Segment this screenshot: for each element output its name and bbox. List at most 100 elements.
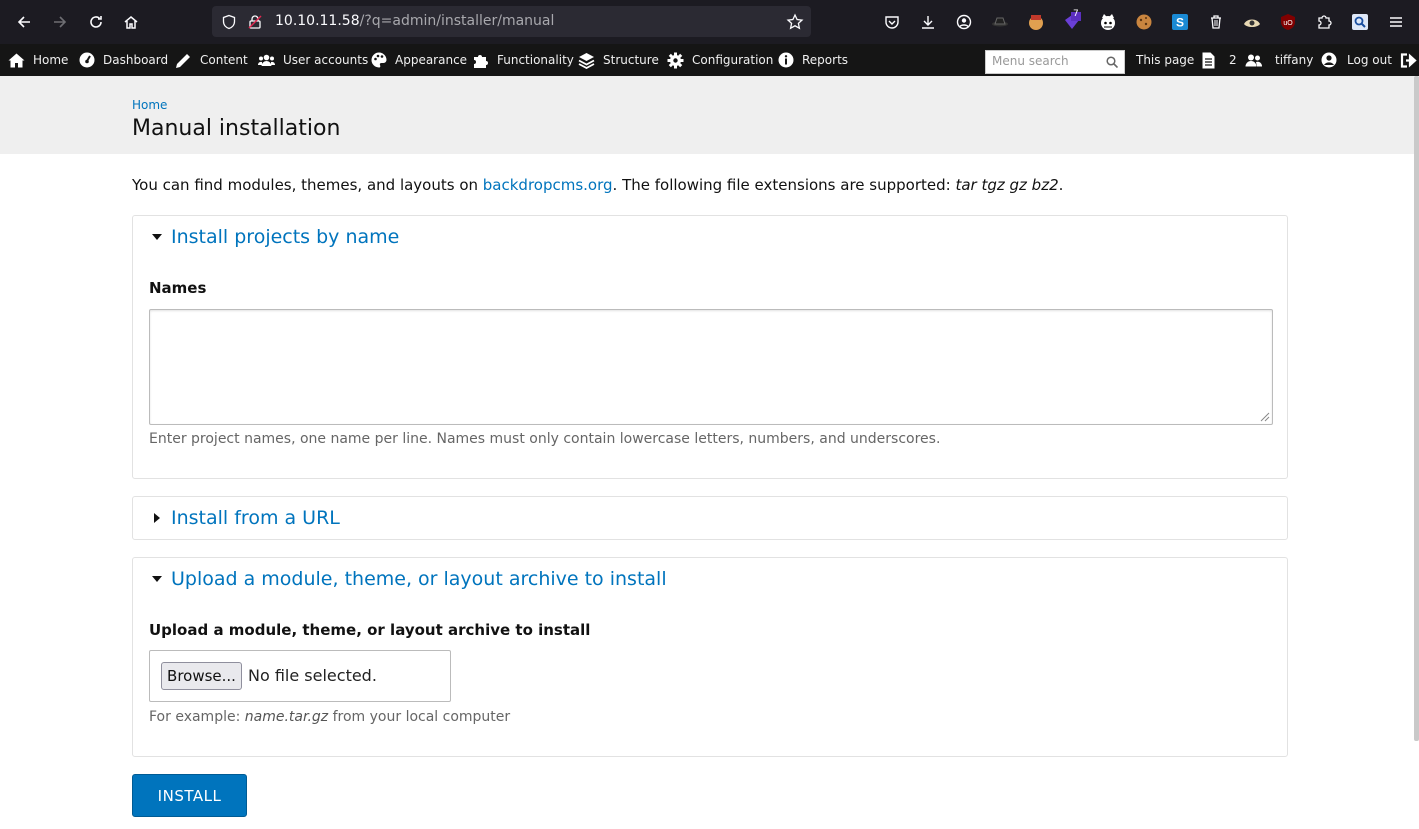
admin-menu-label: Configuration <box>692 53 774 67</box>
admin-menu-user-accounts[interactable]: User accounts <box>258 44 368 76</box>
admin-menu-dashboard[interactable]: Dashboard <box>79 44 168 76</box>
info-icon <box>778 52 794 68</box>
install-button[interactable]: INSTALL <box>132 774 247 817</box>
backdropcms-link[interactable]: backdropcms.org <box>483 176 613 194</box>
s-ext-icon[interactable]: S <box>1170 12 1190 32</box>
logout-link[interactable]: Log out <box>1347 44 1417 76</box>
admin-toolbar: Home Dashboard Content User accounts App… <box>0 44 1419 76</box>
this-page-menu[interactable]: This page <box>1136 44 1215 76</box>
bookmark-star-icon[interactable] <box>786 13 804 31</box>
wappalyzer-icon[interactable] <box>1242 12 1262 32</box>
intro-suffix: . <box>1058 176 1064 194</box>
fieldset-install-by-name: Install projects by name Names Enter pro… <box>132 215 1288 479</box>
admin-menu-home[interactable]: Home <box>8 44 68 76</box>
logout-icon <box>1400 52 1417 68</box>
intro-prefix: You can find modules, themes, and layout… <box>132 176 483 194</box>
page-header <box>0 76 1419 154</box>
extension-badge: 7 <box>1073 9 1079 19</box>
admin-menu-label: Structure <box>603 53 659 67</box>
users-icon <box>1245 54 1262 66</box>
file-upload-input[interactable]: Browse... No file selected. <box>149 650 451 702</box>
upload-label: Upload a module, theme, or layout archiv… <box>149 621 591 639</box>
user-circle-icon <box>1321 52 1337 68</box>
reload-button[interactable] <box>84 10 108 34</box>
forward-arrow-icon <box>54 16 67 28</box>
svg-text:S: S <box>1176 16 1184 30</box>
fieldset-install-from-url: Install from a URL <box>132 496 1288 540</box>
users-icon <box>258 54 275 66</box>
pocket-icon[interactable] <box>882 12 902 32</box>
menu-icon[interactable] <box>1386 12 1406 32</box>
browser-toolbar: 10.10.11.58/?q=admin/installer/manual 7 … <box>0 0 1419 44</box>
cookie-icon[interactable] <box>1134 12 1154 32</box>
upload-description: For example: name.tar.gz from your local… <box>149 709 510 725</box>
file-status: No file selected. <box>248 666 377 685</box>
badge-ext-icon[interactable]: 7 <box>1062 9 1082 32</box>
names-description: Enter project names, one name per line. … <box>149 431 941 447</box>
username: tiffany <box>1275 53 1314 67</box>
names-label: Names <box>149 279 207 297</box>
legend-install-by-name[interactable]: Install projects by name <box>151 226 399 248</box>
supported-extensions: tar tgz gz bz2 <box>955 176 1059 194</box>
document-icon <box>1202 52 1215 68</box>
svg-text:uO: uO <box>1283 20 1293 27</box>
admin-menu-label: Content <box>200 53 248 67</box>
pencil-icon <box>176 53 190 68</box>
admin-menu-configuration[interactable]: Configuration <box>667 44 773 76</box>
legend-upload-archive[interactable]: Upload a module, theme, or layout archiv… <box>151 568 667 590</box>
breadcrumb-home[interactable]: Home <box>132 98 167 112</box>
admin-menu-functionality[interactable]: Functionality <box>473 44 574 76</box>
caret-down-icon <box>152 234 162 240</box>
admin-menu-label: Dashboard <box>103 53 169 67</box>
page-scrollbar[interactable] <box>1414 76 1419 741</box>
browse-button[interactable]: Browse... <box>161 662 242 690</box>
legend-label: Upload a module, theme, or layout archiv… <box>171 568 667 590</box>
resize-handle-icon[interactable] <box>1260 412 1270 422</box>
upload-desc-suffix: from your local computer <box>328 709 511 725</box>
fox-ext-icon[interactable] <box>1026 12 1046 32</box>
fieldset-upload-archive: Upload a module, theme, or layout archiv… <box>132 557 1288 757</box>
online-users[interactable]: 2 <box>1229 44 1262 76</box>
user-count: 2 <box>1229 53 1237 67</box>
ublock-icon[interactable]: uO <box>1278 12 1298 32</box>
back-arrow-icon <box>17 16 30 28</box>
admin-menu-structure[interactable]: Structure <box>578 44 659 76</box>
admin-menu-content[interactable]: Content <box>175 44 248 76</box>
url-bar[interactable]: 10.10.11.58/?q=admin/installer/manual <box>212 6 811 37</box>
names-textarea[interactable] <box>149 309 1273 425</box>
caret-down-icon <box>152 576 162 582</box>
url-text: 10.10.11.58/?q=admin/installer/manual <box>275 13 554 29</box>
intro-text: You can find modules, themes, and layout… <box>132 176 1063 194</box>
cat-ext-icon[interactable] <box>1098 12 1118 32</box>
menu-search-input[interactable]: Menu search <box>985 50 1125 74</box>
menu-search-placeholder: Menu search <box>992 54 1069 68</box>
trash-ext-icon[interactable] <box>1206 12 1226 32</box>
legend-install-from-url[interactable]: Install from a URL <box>151 507 340 529</box>
palette-icon <box>371 52 387 68</box>
legend-label: Install from a URL <box>171 507 340 529</box>
admin-menu-label: User accounts <box>283 53 369 67</box>
admin-menu-label: Appearance <box>395 53 468 67</box>
admin-menu-reports[interactable]: Reports <box>778 44 848 76</box>
upload-desc-example: name.tar.gz <box>244 709 329 725</box>
home-button[interactable] <box>119 10 143 34</box>
url-path: /?q=admin/installer/manual <box>359 13 555 29</box>
back-button[interactable] <box>12 10 36 34</box>
forward-button[interactable] <box>48 10 72 34</box>
user-menu[interactable]: tiffany <box>1275 44 1337 76</box>
url-host: 10.10.11.58 <box>275 13 360 29</box>
search-ext-icon[interactable] <box>1350 12 1370 32</box>
insecure-lock-icon <box>248 15 262 29</box>
upload-desc-prefix: For example: <box>149 709 245 725</box>
reload-icon <box>90 16 102 28</box>
admin-menu-label: Reports <box>802 53 849 67</box>
gear-icon <box>667 52 684 68</box>
download-icon[interactable] <box>918 12 938 32</box>
caret-right-icon <box>154 513 160 523</box>
home-icon <box>124 16 138 29</box>
admin-menu-appearance[interactable]: Appearance <box>371 44 467 76</box>
puzzle-icon[interactable] <box>1314 12 1334 32</box>
account-icon[interactable] <box>954 12 974 32</box>
spy-icon[interactable] <box>990 12 1010 32</box>
shield-icon <box>222 14 236 30</box>
